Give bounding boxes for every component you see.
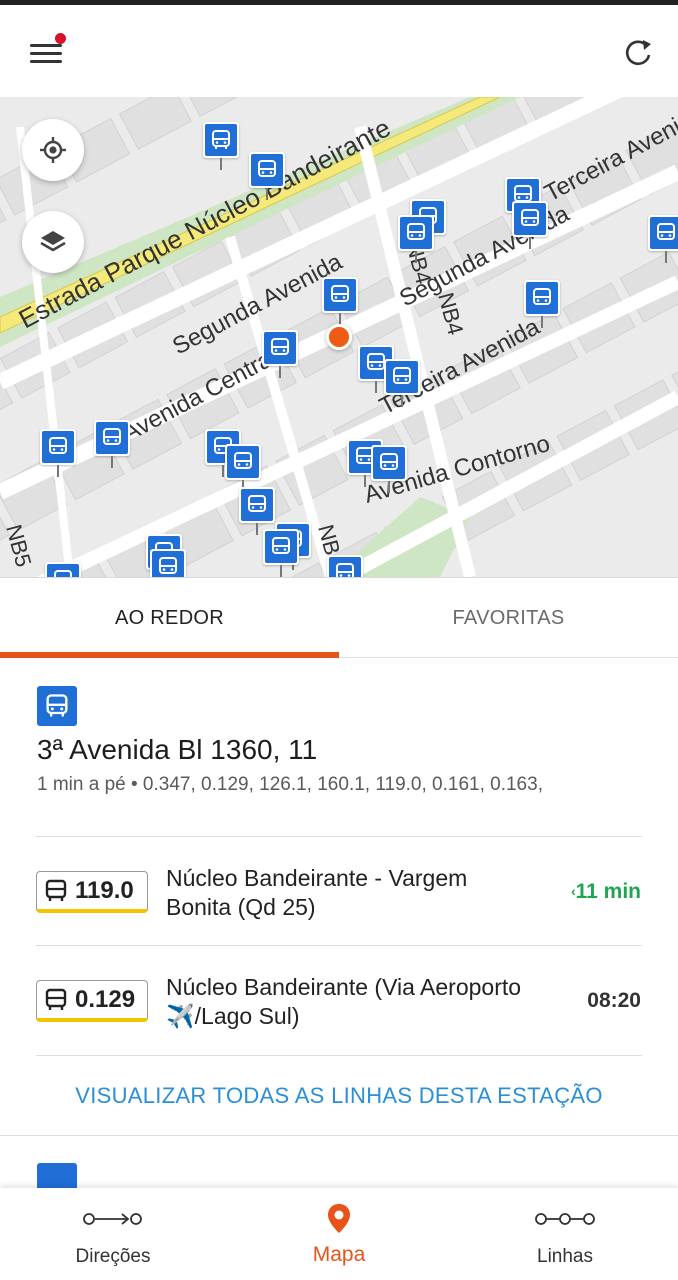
station-name: 3ª Avenida Bl 1360, 11 [37, 734, 318, 765]
bus-icon [521, 209, 539, 226]
bus-icon [336, 563, 354, 577]
route-chip: 0.129 [36, 980, 148, 1022]
bus-icon [407, 223, 425, 240]
departure-time: 08:20 [587, 989, 641, 1012]
line-row[interactable]: 0.129 Núcleo Bandeirante (Via Aeroporto … [0, 947, 678, 1055]
nav-label: Linhas [537, 1246, 593, 1267]
bus-icon [271, 338, 289, 355]
bus-stop-marker[interactable] [512, 201, 548, 249]
bus-stop-marker[interactable] [239, 487, 275, 535]
bus-stop-marker[interactable] [327, 555, 363, 577]
nav-map[interactable]: Mapa [226, 1188, 452, 1280]
bus-stop-marker[interactable] [225, 444, 261, 492]
bus-icon [533, 288, 551, 305]
bus-icon [234, 452, 252, 469]
route-number: 0.129 [75, 985, 136, 1013]
bus-icon [159, 557, 177, 574]
bus-icon [272, 537, 290, 554]
bus-stop-icon [37, 686, 77, 726]
bus-stop-marker[interactable] [249, 152, 285, 200]
divider [36, 945, 642, 946]
notification-dot [55, 33, 66, 44]
refresh-icon [625, 40, 651, 66]
lines-icon [535, 1213, 595, 1225]
tab-nearby[interactable]: AO REDOR [0, 578, 339, 658]
bus-stop-marker[interactable] [262, 330, 298, 378]
bus-stop-marker[interactable] [524, 280, 560, 328]
menu-button[interactable] [22, 33, 70, 73]
view-all-lines-button[interactable]: VISUALIZAR TODAS AS LINHAS DESTA ESTAÇÃO [0, 1056, 678, 1136]
bus-icon [54, 570, 72, 577]
route-chip: 119.0 [36, 871, 148, 913]
app-bar [0, 5, 678, 97]
arrival-time: ‹11 min [570, 880, 641, 903]
station-meta: 1 min a pé • 0.347, 0.129, 126.1, 160.1,… [37, 774, 543, 795]
map-pin-icon [328, 1204, 350, 1233]
bus-icon [331, 285, 349, 302]
map-view[interactable]: Estrada Parque Núcleo Bandeirante Segund… [0, 97, 678, 577]
bottom-navigation: Direções Mapa Linhas [0, 1188, 678, 1280]
bus-icon [103, 428, 121, 445]
bus-icon [657, 223, 675, 240]
hamburger-menu-icon [30, 44, 62, 47]
bus-stop-marker[interactable] [150, 549, 186, 577]
nav-label: Mapa [312, 1243, 366, 1266]
tab-bar: AO REDOR FAVORITAS [0, 577, 678, 658]
bus-stop-marker[interactable] [263, 529, 299, 577]
bus-icon [45, 879, 67, 901]
nav-lines[interactable]: Linhas [452, 1188, 678, 1280]
active-tab-indicator [0, 652, 339, 658]
bus-icon [49, 437, 67, 454]
line-row[interactable]: 119.0 Núcleo Bandeirante - Vargem Bonita… [0, 838, 678, 946]
divider [36, 836, 642, 837]
bus-icon [45, 988, 67, 1010]
nav-label: Direções [75, 1246, 151, 1267]
bus-stop-marker[interactable] [322, 277, 358, 325]
crosshair-icon [40, 137, 66, 163]
section-divider [0, 1135, 678, 1136]
bus-stop-marker[interactable] [94, 420, 130, 468]
current-location-dot [326, 324, 352, 350]
locate-me-button[interactable] [22, 119, 84, 181]
map-layers-button[interactable] [22, 211, 84, 273]
bus-stop-marker[interactable] [384, 359, 420, 407]
bus-stop-marker[interactable] [398, 215, 434, 263]
bus-icon [380, 453, 398, 470]
refresh-button[interactable] [616, 31, 660, 75]
bus-icon [212, 130, 230, 149]
bus-icon [258, 160, 276, 177]
bus-stop-marker[interactable] [40, 429, 76, 477]
line-name: Núcleo Bandeirante - Vargem Bonita (Qd 2… [166, 865, 468, 920]
layers-icon [40, 231, 66, 252]
bus-stop-marker[interactable] [648, 215, 678, 263]
nav-directions[interactable]: Direções [0, 1188, 226, 1280]
line-name: Núcleo Bandeirante (Via Aeroporto ✈️/Lag… [166, 974, 522, 1029]
route-number: 119.0 [75, 876, 134, 904]
bus-icon [248, 495, 266, 512]
bus-stop-marker[interactable] [203, 122, 239, 170]
directions-icon [83, 1213, 142, 1225]
tab-favorites[interactable]: FAVORITAS [339, 578, 678, 658]
bus-icon [393, 367, 411, 384]
bus-stop-marker[interactable] [45, 562, 81, 577]
bus-stop-marker[interactable] [371, 445, 407, 493]
